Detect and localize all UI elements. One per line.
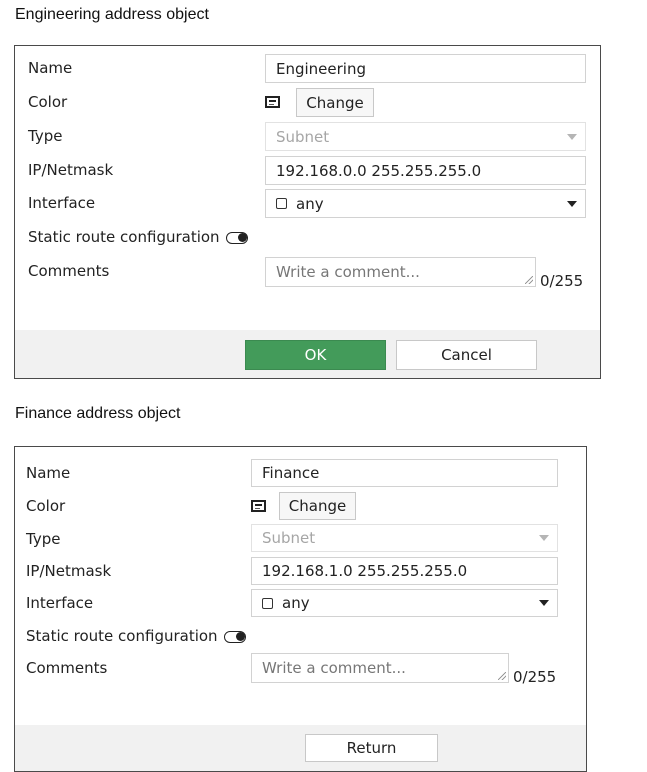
- interface-label: Interface: [28, 194, 96, 212]
- engineering-panel: Name Engineering Color Change Type Subne…: [14, 45, 601, 379]
- resize-grip-icon[interactable]: [525, 276, 533, 284]
- name-label: Name: [26, 464, 71, 482]
- type-select: Subnet: [265, 122, 586, 151]
- color-label: Color: [28, 93, 68, 111]
- comments-placeholder: Write a comment...: [276, 263, 420, 281]
- static-route-row: Static route configuration: [28, 228, 248, 246]
- finance-section-title: Finance address object: [15, 405, 181, 422]
- color-swatch-icon: [265, 96, 280, 108]
- static-route-label: Static route configuration: [26, 627, 218, 645]
- comments-textarea[interactable]: Write a comment...: [251, 653, 509, 683]
- type-label: Type: [28, 127, 63, 145]
- comments-placeholder: Write a comment...: [262, 659, 406, 677]
- finance-panel: Name Finance Color Change Type Subnet IP…: [14, 446, 587, 772]
- cancel-button[interactable]: Cancel: [396, 340, 537, 370]
- chevron-down-icon: [567, 133, 577, 140]
- chevron-down-icon: [567, 200, 577, 207]
- interface-value: any: [296, 194, 324, 213]
- ip-netmask-label: IP/Netmask: [26, 562, 112, 580]
- comments-counter: 0/255: [540, 272, 584, 290]
- comments-label: Comments: [28, 262, 110, 280]
- ip-netmask-input[interactable]: 192.168.1.0 255.255.255.0: [251, 557, 558, 585]
- interface-label: Interface: [26, 594, 94, 612]
- ip-netmask-label: IP/Netmask: [28, 161, 114, 179]
- engineering-footer: OK Cancel: [15, 330, 600, 378]
- interface-select[interactable]: any: [251, 589, 558, 617]
- type-select: Subnet: [251, 524, 558, 552]
- interface-value: any: [282, 594, 310, 612]
- return-button[interactable]: Return: [305, 734, 438, 762]
- color-change-button[interactable]: Change: [296, 88, 374, 117]
- interface-select[interactable]: any: [265, 189, 586, 218]
- color-swatch-icon: [251, 500, 266, 512]
- name-input[interactable]: Engineering: [265, 54, 586, 83]
- comments-label: Comments: [26, 659, 108, 677]
- type-label: Type: [26, 530, 61, 548]
- name-label: Name: [28, 59, 73, 77]
- checkbox-icon: [262, 597, 273, 609]
- chevron-down-icon: [539, 535, 549, 541]
- color-label: Color: [26, 497, 66, 515]
- static-route-label: Static route configuration: [28, 228, 220, 246]
- static-route-toggle-icon[interactable]: [225, 231, 248, 244]
- color-change-button[interactable]: Change: [279, 492, 356, 520]
- resize-grip-icon[interactable]: [498, 672, 506, 680]
- chevron-down-icon: [539, 600, 549, 606]
- ip-netmask-input[interactable]: 192.168.0.0 255.255.255.0: [265, 156, 586, 185]
- comments-counter: 0/255: [513, 668, 557, 686]
- comments-textarea[interactable]: Write a comment...: [265, 257, 536, 287]
- type-value: Subnet: [276, 127, 330, 146]
- ok-button[interactable]: OK: [245, 340, 386, 370]
- static-route-toggle-icon[interactable]: [223, 630, 246, 643]
- type-value: Subnet: [262, 529, 316, 547]
- finance-footer: Return: [15, 725, 586, 771]
- engineering-section-title: Engineering address object: [15, 6, 209, 23]
- checkbox-icon: [276, 198, 287, 209]
- name-input[interactable]: Finance: [251, 459, 558, 487]
- static-route-row: Static route configuration: [26, 627, 246, 645]
